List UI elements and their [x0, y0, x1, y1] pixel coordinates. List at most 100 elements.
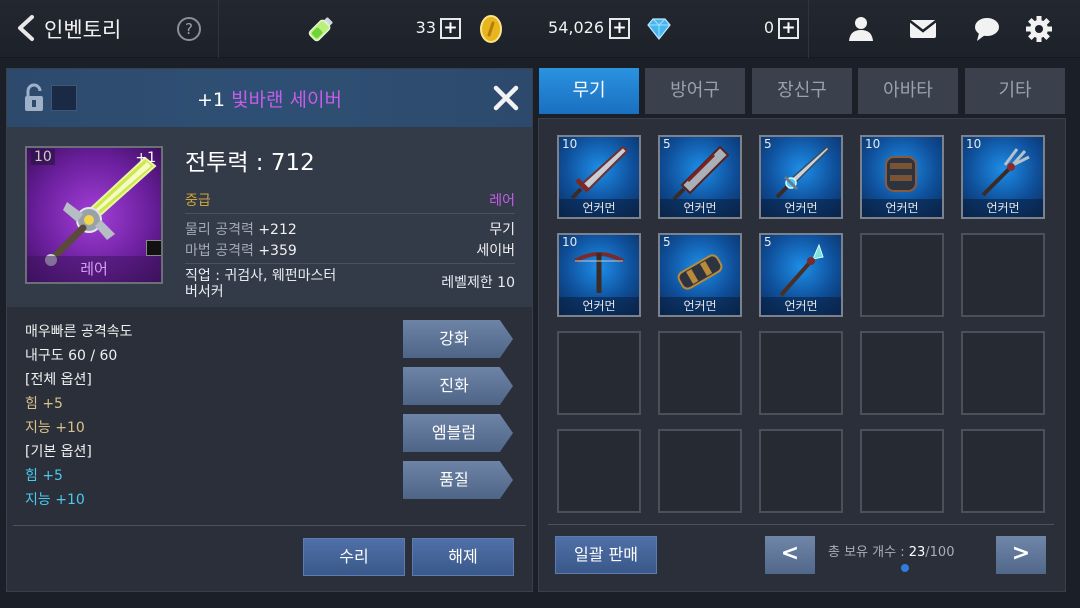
chat-icon[interactable]	[972, 14, 1002, 44]
item-count-max: /100	[925, 545, 955, 560]
all-options-header: [전체 옵션]	[25, 372, 92, 388]
slot-rarity: 언커먼	[761, 297, 841, 315]
slot-level: 5	[764, 137, 772, 151]
phys-attack-label: 물리 공격력	[185, 222, 254, 238]
item-subtype: 세이버	[476, 243, 515, 259]
slot-rarity: 언커먼	[660, 297, 740, 315]
inventory-slot[interactable]: 10 언커먼	[961, 135, 1045, 219]
slot-rarity: 언커먼	[660, 199, 740, 217]
empty-slot[interactable]	[658, 429, 742, 513]
item-count-value: 23	[908, 545, 926, 560]
slot-level: 5	[764, 235, 772, 249]
sell-all-button[interactable]: 일괄 판매	[555, 536, 657, 574]
inventory-slot[interactable]: 5 언커먼	[759, 233, 843, 317]
staff-icon	[779, 243, 824, 297]
crossbow-icon	[573, 252, 625, 293]
add-gem-button[interactable]: +	[778, 18, 799, 39]
divider	[548, 524, 1054, 525]
quality-button[interactable]: 품질	[403, 461, 513, 499]
tab-etc[interactable]: 기타	[965, 68, 1065, 114]
grade-row: 중급 레어	[185, 190, 515, 210]
inventory-slot[interactable]: 10 언커먼	[860, 135, 944, 219]
item-grade: 중급	[185, 193, 211, 209]
item-detail-panel: +1 빛바랜 세이버 10 +1 레어 전투력 : 712 중급 레어 물리 공…	[6, 68, 533, 592]
settings-gear-icon[interactable]	[1024, 14, 1054, 44]
empty-slot[interactable]	[860, 233, 944, 317]
item-level-badge: 10	[31, 149, 55, 165]
back-arrow-icon[interactable]	[14, 14, 38, 42]
slot-level: 10	[562, 235, 578, 249]
prev-page-button[interactable]: <	[765, 536, 815, 574]
enhance-button[interactable]: 강화	[403, 320, 513, 358]
tab-accessory[interactable]: 장신구	[752, 68, 852, 114]
item-info: 10 +1 레어 전투력 : 712 중급 레어 물리 공격력 +212 무기 …	[7, 127, 532, 307]
empty-slot[interactable]	[557, 429, 641, 513]
durability-text: 내구도 60 / 60	[25, 348, 118, 364]
magic-attack-row: 마법 공격력 +359 세이버	[185, 240, 515, 260]
inventory-slot[interactable]: 5 언커먼	[759, 135, 843, 219]
empty-slot[interactable]	[557, 331, 641, 415]
empty-slot[interactable]	[658, 331, 742, 415]
add-stamina-button[interactable]: +	[440, 18, 461, 39]
tab-avatar[interactable]: 아바타	[858, 68, 958, 114]
empty-slot[interactable]	[961, 233, 1045, 317]
slot-level: 10	[966, 137, 982, 151]
broadsword-icon	[672, 145, 730, 201]
item-enhance-level: +1	[197, 89, 226, 111]
slot-level: 5	[663, 137, 671, 151]
item-count-label: 총 보유 개수 :	[828, 545, 909, 560]
item-rarity: 레어	[489, 193, 515, 209]
item-enhance-badge: +1	[135, 150, 156, 166]
mail-icon[interactable]	[908, 14, 938, 44]
gem-icon	[647, 18, 671, 40]
slot-level: 10	[865, 137, 881, 151]
help-icon[interactable]: ?	[177, 17, 201, 41]
next-page-button[interactable]: >	[996, 536, 1046, 574]
slot-level: 5	[663, 235, 671, 249]
inventory-slot[interactable]: 10 언커먼	[557, 233, 641, 317]
empty-slot[interactable]	[759, 331, 843, 415]
inventory-slot[interactable]: 5 언커먼	[658, 135, 742, 219]
item-count: 총 보유 개수 : 23/100	[828, 541, 954, 560]
stamina-potion-icon	[308, 17, 333, 42]
gold-coin-icon	[480, 15, 502, 43]
close-icon[interactable]	[491, 83, 521, 113]
slot-rarity: 언커먼	[559, 297, 639, 315]
empty-slot[interactable]	[759, 429, 843, 513]
screen-title: 인벤토리	[44, 18, 122, 42]
empty-slot[interactable]	[961, 331, 1045, 415]
level-limit: 레벨제한 10	[441, 275, 515, 291]
empty-slot[interactable]	[961, 429, 1045, 513]
empty-slot[interactable]	[860, 429, 944, 513]
cannon-icon	[677, 254, 723, 290]
all-option-int: 지능 +10	[25, 420, 85, 436]
job-row: 직업 : 귀검사, 웨펀마스터 버서커 레벨제한 10	[185, 268, 515, 300]
base-options-header: [기본 옵션]	[25, 444, 92, 460]
friends-icon[interactable]	[846, 14, 876, 44]
page-indicator	[901, 564, 909, 572]
item-header: +1 빛바랜 세이버	[7, 69, 532, 127]
item-thumbnail: 10 +1 레어	[25, 146, 163, 284]
inventory-slot[interactable]: 5 언커먼	[658, 233, 742, 317]
add-gold-button[interactable]: +	[609, 18, 630, 39]
repair-button[interactable]: 수리	[303, 538, 405, 576]
item-title: +1 빛바랜 세이버	[7, 85, 532, 112]
item-name: 빛바랜 세이버	[231, 89, 342, 111]
base-option-str: 힘 +5	[25, 468, 63, 484]
inventory-slot[interactable]: 10 언커먼	[557, 135, 641, 219]
divider	[13, 525, 526, 526]
base-option-int: 지능 +10	[25, 492, 85, 508]
empty-slot[interactable]	[860, 331, 944, 415]
evolve-button[interactable]: 진화	[403, 367, 513, 405]
gem-value: 0	[763, 18, 774, 37]
tab-weapon[interactable]: 무기	[539, 68, 639, 114]
item-rarity-label: 레어	[27, 256, 161, 282]
emblem-button[interactable]: 엠블럼	[403, 414, 513, 452]
unequip-button[interactable]: 해제	[412, 538, 514, 576]
all-option-str: 힘 +5	[25, 396, 63, 412]
divider	[808, 0, 809, 58]
divider	[185, 213, 515, 214]
saber-icon	[775, 145, 831, 199]
tab-armor[interactable]: 방어구	[645, 68, 745, 114]
inventory-grid: 10 언커먼 5 언커먼 5 언커먼 10 언커먼 10 언커먼 10 언커먼 …	[538, 118, 1066, 592]
